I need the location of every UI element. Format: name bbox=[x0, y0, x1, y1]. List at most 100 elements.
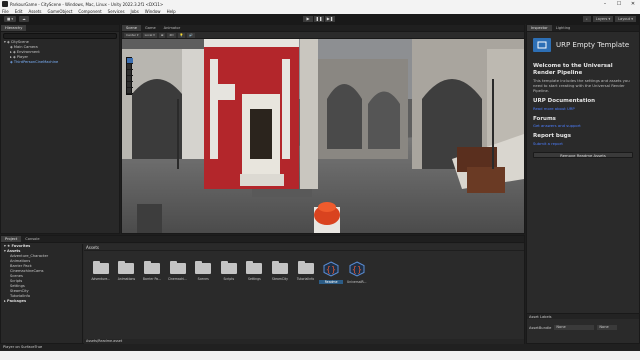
urp-logo-icon bbox=[533, 38, 551, 52]
item-label: Cinemachi... bbox=[167, 277, 188, 281]
scene-toolbar: Center ▾ Local ▾ ⊞ 2D 💡 🔊 bbox=[122, 32, 524, 39]
menu-edit[interactable]: Edit bbox=[15, 9, 23, 14]
lighting-toggle[interactable]: 💡 bbox=[177, 32, 186, 38]
layout-dropdown[interactable]: Layout ▾ bbox=[615, 16, 636, 22]
grid-toggle[interactable]: ⊞ bbox=[158, 32, 166, 38]
breadcrumb[interactable]: Assets bbox=[84, 244, 524, 251]
folder-icon bbox=[195, 261, 212, 274]
item-label: Readme bbox=[319, 280, 344, 284]
docs-heading: URP Documentation bbox=[533, 98, 596, 104]
project-tree: ▾ ★ Favorites ▾ Assets Adventure_Character… bbox=[1, 244, 83, 344]
svg-text:{}: {} bbox=[352, 265, 362, 274]
folder-item[interactable]: SteamCity bbox=[267, 261, 293, 284]
window-title: ParkourGame - CityScene - Windows, Mac, … bbox=[10, 1, 164, 7]
folder-icon bbox=[118, 261, 135, 274]
folder-item[interactable]: Settings bbox=[242, 261, 268, 284]
asset-labels-header[interactable]: Asset Labels bbox=[527, 313, 639, 319]
space-dropdown[interactable]: Local ▾ bbox=[142, 32, 157, 38]
menu-window[interactable]: Window bbox=[145, 9, 161, 14]
maximize-button[interactable]: ☐ bbox=[612, 0, 626, 8]
menu-file[interactable]: File bbox=[2, 9, 9, 14]
folder-item[interactable]: Scripts bbox=[216, 261, 242, 284]
menu-help[interactable]: Help bbox=[167, 9, 176, 14]
project-panel: Project Console ▾ ★ Favorites ▾ Assets Adv… bbox=[0, 235, 525, 344]
tab-inspector[interactable]: Inspector bbox=[527, 25, 552, 31]
transform-tool-icon[interactable] bbox=[127, 88, 133, 94]
item-label: Animations bbox=[117, 277, 136, 281]
folder-item[interactable]: Barrier Pa... bbox=[139, 261, 165, 284]
welcome-heading: Welcome to the Universal Render Pipeline bbox=[533, 63, 613, 76]
item-label: Scenes bbox=[197, 277, 209, 281]
folder-item[interactable]: Animations bbox=[114, 261, 140, 284]
close-button[interactable]: ✕ bbox=[626, 0, 640, 8]
minimize-button[interactable]: – bbox=[598, 0, 612, 8]
cloud-icon[interactable]: ☁ bbox=[19, 16, 29, 22]
tab-console[interactable]: Console bbox=[21, 236, 44, 242]
2d-toggle[interactable]: 2D bbox=[167, 32, 176, 38]
folder-item[interactable]: Adventure... bbox=[88, 261, 114, 284]
layers-dropdown[interactable]: Layers ▾ bbox=[592, 16, 614, 22]
assetbundle-dropdown[interactable]: None bbox=[554, 325, 595, 330]
inspector-title: URP Empty Template bbox=[556, 41, 630, 49]
forums-heading: Forums bbox=[533, 115, 556, 122]
pause-button[interactable]: ❚❚ bbox=[314, 16, 324, 22]
menu-assets[interactable]: Assets bbox=[28, 9, 41, 14]
tab-animator[interactable]: Animator bbox=[159, 25, 185, 31]
folder-icon bbox=[220, 261, 237, 274]
folder-icon bbox=[169, 261, 186, 274]
assetbundle-variant-dropdown[interactable]: None bbox=[597, 325, 618, 330]
folder-icon bbox=[271, 261, 288, 274]
tab-game[interactable]: Game bbox=[140, 25, 160, 31]
item-label: Scripts bbox=[223, 277, 235, 281]
scriptable-asset-icon: {} bbox=[323, 261, 339, 277]
forums-link[interactable]: Get answers and support bbox=[533, 123, 633, 128]
remove-readme-button[interactable]: Remove Readme Assets bbox=[533, 151, 633, 158]
menu-services[interactable]: Services bbox=[108, 9, 125, 14]
assetbundle-label: AssetBundle bbox=[529, 325, 552, 330]
os-taskbar bbox=[0, 351, 640, 360]
tab-hierarchy[interactable]: Hierarchy bbox=[1, 25, 27, 31]
window-titlebar: ParkourGame - CityScene - Windows, Mac, … bbox=[0, 0, 640, 8]
tab-lighting[interactable]: Lighting bbox=[551, 25, 575, 31]
inspector-panel: Inspector Lighting URP Empty Template We… bbox=[526, 24, 640, 344]
project-assets-view: Assets Adventure... Animations Barrier Pa.… bbox=[84, 244, 524, 344]
asset-item[interactable]: {} UniversalR... bbox=[344, 261, 370, 284]
hierarchy-search-input[interactable] bbox=[3, 33, 117, 39]
hierarchy-row[interactable]: ◈ ThirdPersonCineMachine bbox=[1, 60, 119, 65]
scene-panel: Scene Game Animator Center ▾ Local ▾ ⊞ 2… bbox=[121, 24, 525, 234]
play-button[interactable]: ▶ bbox=[303, 16, 313, 22]
item-label: Adventure... bbox=[91, 277, 111, 281]
item-label: Settings bbox=[248, 277, 261, 281]
scene-tool-palette bbox=[126, 57, 133, 95]
folder-item[interactable]: TutorialInfo bbox=[293, 261, 319, 284]
svg-text:{}: {} bbox=[326, 265, 336, 274]
audio-toggle[interactable]: 🔊 bbox=[187, 32, 196, 38]
pivot-dropdown[interactable]: Center ▾ bbox=[124, 32, 141, 38]
menu-jobs[interactable]: Jobs bbox=[131, 9, 139, 14]
folder-icon bbox=[297, 261, 314, 274]
assetbundle-row: AssetBundle None None bbox=[527, 325, 639, 330]
folder-icon bbox=[143, 261, 160, 274]
account-dropdown[interactable]: ■ ▾ bbox=[4, 16, 17, 22]
project-tree-item[interactable]: ▸ Packages bbox=[1, 299, 82, 304]
folder-item[interactable]: Cinemachi... bbox=[165, 261, 191, 284]
folder-icon bbox=[92, 261, 109, 274]
item-label: UniversalR... bbox=[347, 280, 367, 284]
main-toolbar: ■ ▾ ☁ ▶ ❚❚ ▶❚ ⌕ Layers ▾ Layout ▾ bbox=[0, 14, 640, 24]
menu-component[interactable]: Component bbox=[78, 9, 101, 14]
scene-render bbox=[122, 39, 524, 233]
step-button[interactable]: ▶❚ bbox=[325, 16, 335, 22]
scene-viewport[interactable] bbox=[122, 39, 524, 233]
docs-link[interactable]: Read more about URP bbox=[533, 106, 633, 111]
folder-item[interactable]: Scenes bbox=[190, 261, 216, 284]
welcome-text: This template includes the settings and … bbox=[533, 78, 630, 93]
tab-scene[interactable]: Scene bbox=[122, 25, 141, 31]
bugs-link[interactable]: Submit a report bbox=[533, 141, 633, 146]
search-icon[interactable]: ⌕ bbox=[582, 16, 591, 22]
folder-icon bbox=[246, 261, 263, 274]
item-label: TutorialInfo bbox=[296, 277, 315, 281]
asset-item[interactable]: {} Readme bbox=[318, 261, 344, 284]
item-label: Barrier Pa... bbox=[142, 277, 162, 281]
tab-project[interactable]: Project bbox=[1, 236, 22, 242]
menu-gameobject[interactable]: GameObject bbox=[47, 9, 72, 14]
